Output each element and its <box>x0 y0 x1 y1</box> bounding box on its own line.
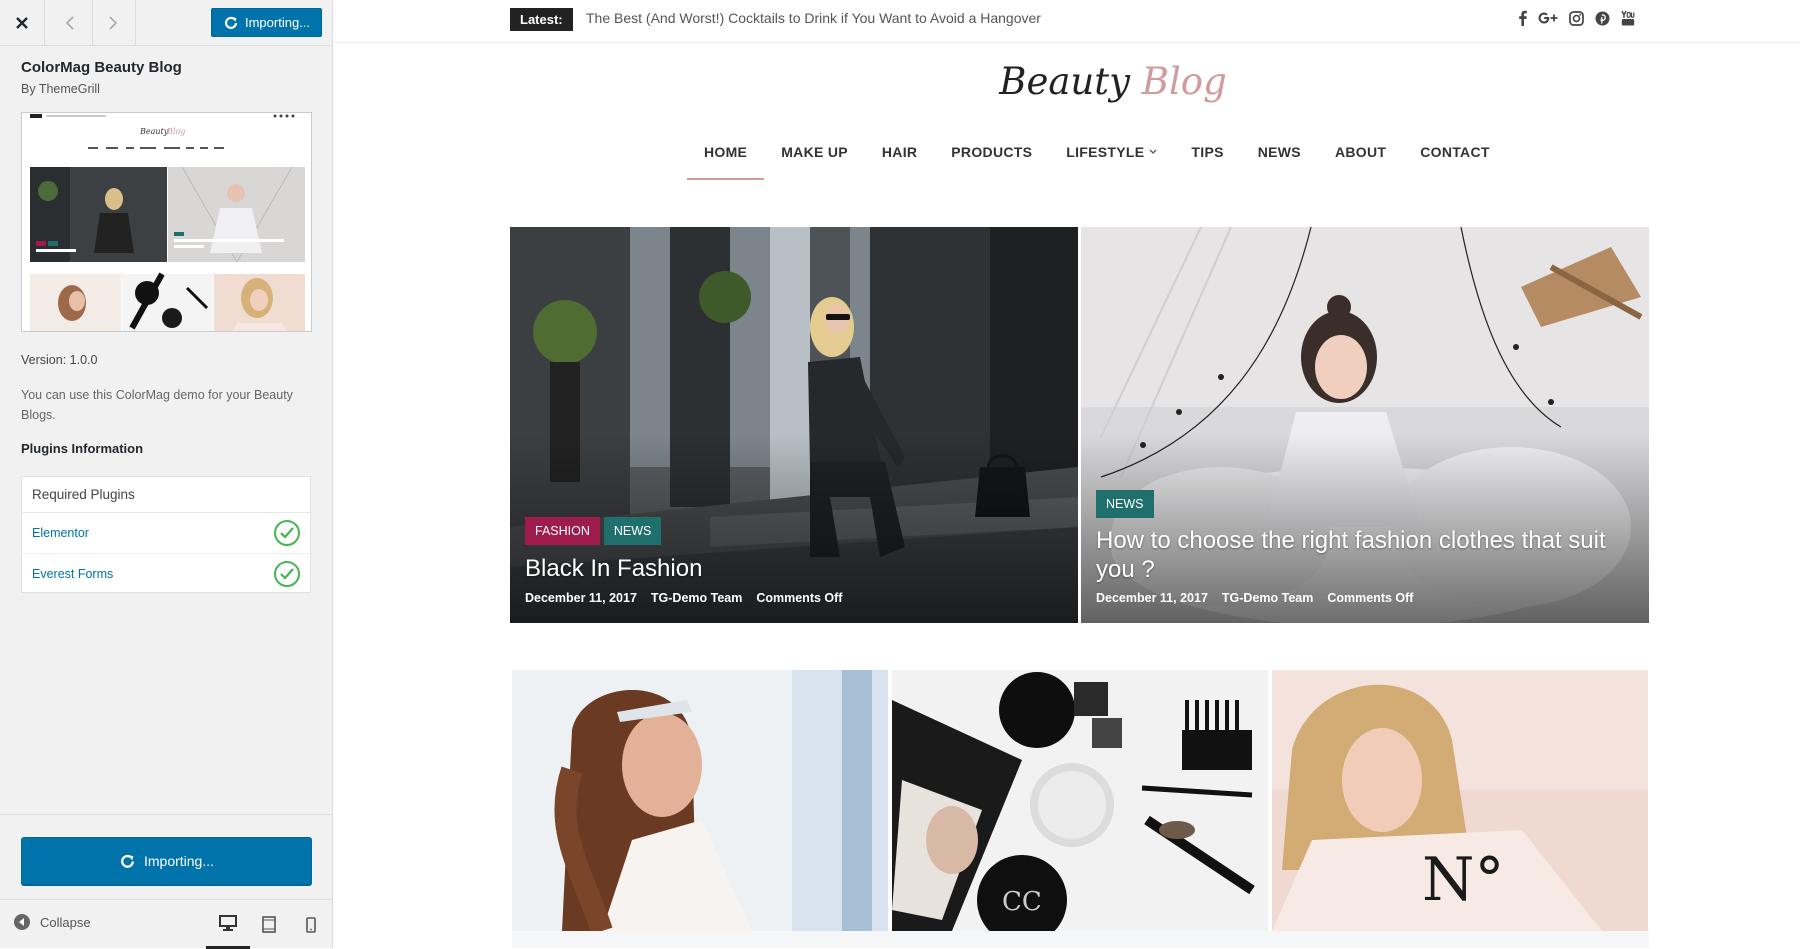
nav-item-about[interactable]: ABOUT <box>1318 138 1403 180</box>
post-card-3[interactable]: N° <box>1272 670 1648 931</box>
customizer-sidebar: Importing... ColorMag Beauty Blog By The… <box>0 0 333 949</box>
import-button-label: Importing... <box>143 853 215 869</box>
tag-news[interactable]: NEWS <box>1096 490 1154 518</box>
sidebar-bottom-bar: Collapse <box>0 899 333 949</box>
mobile-preview-button[interactable] <box>289 900 333 949</box>
theme-author: By ThemeGrill <box>21 82 100 96</box>
close-icon <box>16 16 28 29</box>
instagram-icon[interactable] <box>1569 9 1584 27</box>
theme-description: You can use this ColorMag demo for your … <box>21 388 293 422</box>
post-date[interactable]: December 11, 2017 <box>525 591 637 605</box>
tablet-icon <box>262 916 276 933</box>
collapse-label: Collapse <box>40 914 91 930</box>
social-links <box>1518 9 1635 27</box>
featured-post-1[interactable]: FASHION NEWS Black In Fashion December 1… <box>510 227 1078 623</box>
category-tags: FASHION NEWS <box>525 517 662 545</box>
nav-item-products[interactable]: PRODUCTS <box>934 138 1049 180</box>
main-navigation: HOME MAKE UP HAIR PRODUCTS LIFESTYLE TIP… <box>687 138 1507 180</box>
theme-screenshot: Beauty Blog <box>21 112 312 332</box>
post-card-2[interactable]: CC <box>892 670 1268 931</box>
facebook-icon[interactable] <box>1518 9 1527 27</box>
google-plus-icon[interactable] <box>1538 9 1558 27</box>
nav-item-tips[interactable]: TIPS <box>1174 138 1240 180</box>
top-bar: Latest: The Best (And Worst!) Cocktails … <box>333 0 1800 43</box>
site-logo[interactable]: Beauty Blog <box>973 60 1253 103</box>
nav-item-news[interactable]: NEWS <box>1241 138 1318 180</box>
tag-news[interactable]: NEWS <box>603 517 662 545</box>
plugin-row-everest-forms: Everest Forms <box>22 553 310 593</box>
featured-meta-1: December 11, 2017 TG-Demo Team Comments … <box>525 591 842 605</box>
close-button[interactable] <box>0 0 45 45</box>
logo-word-1: Beauty <box>999 60 1130 103</box>
logo-word-2: Blog <box>1141 60 1227 103</box>
importing-top-label: Importing... <box>244 15 311 30</box>
post-comments: Comments Off <box>1327 591 1414 605</box>
plugin-link-everest-forms[interactable]: Everest Forms <box>32 567 113 581</box>
plugin-row-elementor: Elementor <box>22 513 310 553</box>
theme-version: Version: 1.0.0 <box>21 353 98 367</box>
desktop-preview-button[interactable] <box>206 900 250 949</box>
nav-item-home[interactable]: HOME <box>687 138 765 180</box>
featured-post-2[interactable]: NEWS How to choose the right fashion clo… <box>1081 227 1649 623</box>
post-author[interactable]: TG-Demo Team <box>651 591 742 605</box>
svg-text:CC: CC <box>1002 887 1042 917</box>
collapse-arrow-icon <box>14 914 30 930</box>
nav-item-lifestyle[interactable]: LIFESTYLE <box>1049 138 1174 180</box>
collapse-button[interactable]: Collapse <box>14 914 91 930</box>
featured-title-2[interactable]: How to choose the right fashion clothes … <box>1096 526 1626 584</box>
youtube-icon[interactable] <box>1621 9 1635 27</box>
plugins-list: Required Plugins Elementor Everest Forms <box>21 476 311 593</box>
nav-item-hair[interactable]: HAIR <box>865 138 934 180</box>
post-thumbnail-1 <box>512 670 888 931</box>
pinterest-icon[interactable] <box>1595 9 1610 27</box>
mobile-icon <box>306 916 316 933</box>
featured-meta-2: December 11, 2017 TG-Demo Team Comments … <box>1096 591 1413 605</box>
refresh-icon <box>121 854 134 868</box>
chevron-down-icon <box>1149 147 1157 157</box>
latest-badge: Latest: <box>510 8 573 31</box>
chevron-left-icon <box>65 15 74 30</box>
refresh-icon <box>224 16 238 29</box>
svg-text:Blog: Blog <box>166 127 185 136</box>
desktop-icon <box>219 915 237 931</box>
chevron-right-icon <box>109 15 118 30</box>
importing-button-top[interactable]: Importing... <box>211 8 322 37</box>
plugins-heading: Plugins Information <box>21 441 144 456</box>
plugin-link-elementor[interactable]: Elementor <box>32 526 89 540</box>
next-theme-button[interactable] <box>91 0 136 45</box>
svg-text:Beauty: Beauty <box>139 127 169 136</box>
content-below-fold <box>512 931 1649 948</box>
post-card-1[interactable] <box>512 670 888 931</box>
svg-text:N°: N° <box>1422 845 1505 915</box>
category-tags: NEWS <box>1096 490 1154 518</box>
tablet-preview-button[interactable] <box>247 900 291 949</box>
nav-item-make-up[interactable]: MAKE UP <box>764 138 865 180</box>
check-circle-icon <box>274 560 300 587</box>
import-button[interactable]: Importing... <box>21 837 312 885</box>
sidebar-header: Importing... <box>0 0 332 46</box>
post-date[interactable]: December 11, 2017 <box>1096 591 1208 605</box>
nav-item-lifestyle-label: LIFESTYLE <box>1066 144 1145 160</box>
previous-theme-button[interactable] <box>48 0 93 45</box>
post-author[interactable]: TG-Demo Team <box>1222 591 1313 605</box>
required-plugins-header: Required Plugins <box>22 477 310 513</box>
check-circle-icon <box>274 520 300 546</box>
featured-title-1[interactable]: Black In Fashion <box>525 554 1055 583</box>
site-preview: Latest: The Best (And Worst!) Cocktails … <box>333 0 1800 948</box>
tag-fashion[interactable]: FASHION <box>525 517 600 545</box>
post-thumbnail-2: CC <box>892 670 1268 931</box>
nav-item-contact[interactable]: CONTACT <box>1403 138 1507 180</box>
post-comments: Comments Off <box>756 591 843 605</box>
latest-headline-link[interactable]: The Best (And Worst!) Cocktails to Drink… <box>586 10 1041 26</box>
theme-title: ColorMag Beauty Blog <box>21 59 182 76</box>
post-thumbnail-3: N° <box>1272 670 1648 931</box>
